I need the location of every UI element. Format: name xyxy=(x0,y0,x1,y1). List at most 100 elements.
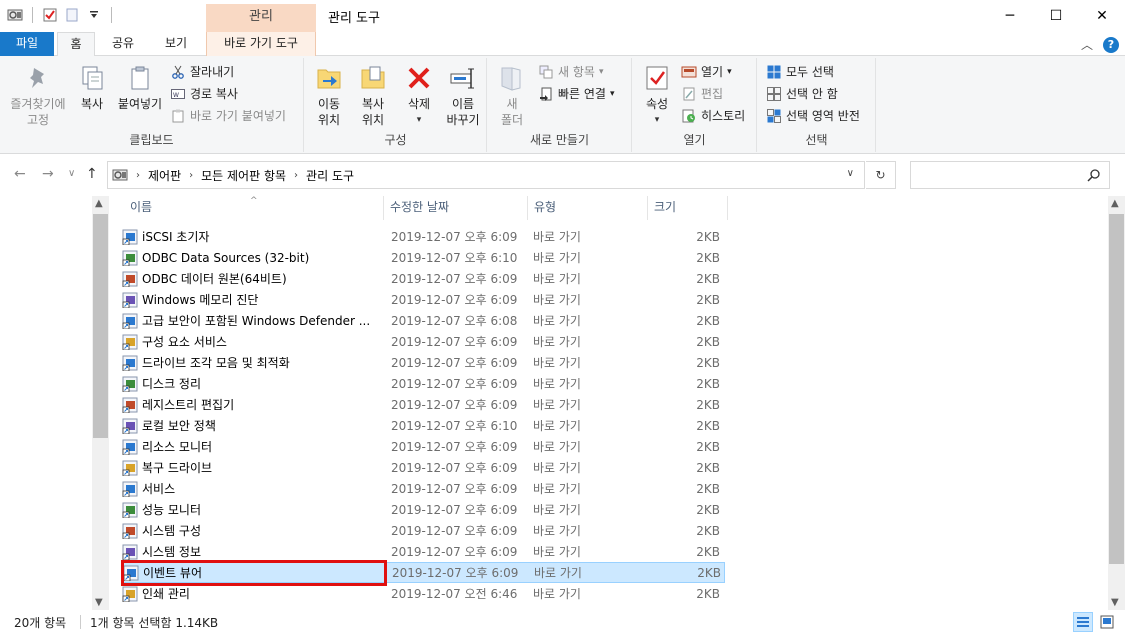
address-bar[interactable]: › 제어판 › 모든 제어판 항목 › 관리 도구 ∨ xyxy=(107,161,865,189)
tab-share[interactable]: 공유 xyxy=(103,32,143,56)
close-button[interactable]: ✕ xyxy=(1079,0,1125,32)
delete-dropdown-icon[interactable]: ▾ xyxy=(401,112,437,128)
shortcut-icon xyxy=(122,355,138,371)
cut-button[interactable]: 잘라내기 xyxy=(170,62,234,82)
file-row[interactable]: 인쇄 관리 2019-12-07 오전 6:46 바로 가기 2KB xyxy=(122,583,725,604)
maximize-button[interactable]: ☐ xyxy=(1033,0,1079,32)
scroll-up-icon[interactable]: ▲ xyxy=(95,198,103,209)
new-folder-button[interactable]: 새 폴더 xyxy=(494,62,530,128)
up-arrow-icon[interactable]: ↑ xyxy=(86,166,98,182)
file-row[interactable]: 로컬 보안 정책 2019-12-07 오후 6:10 바로 가기 2KB xyxy=(122,415,725,436)
file-row[interactable]: ODBC 데이터 원본(64비트) 2019-12-07 오후 6:09 바로 가기… xyxy=(122,268,725,289)
move-to-button[interactable]: 이동 위치 xyxy=(309,62,349,128)
search-input[interactable] xyxy=(910,161,1110,189)
file-row[interactable]: 고급 보안이 포함된 Windows Defender ... 2019-12-0… xyxy=(122,310,725,331)
details-view-icon xyxy=(1077,617,1089,627)
shortcut-icon xyxy=(122,271,138,287)
select-all-button[interactable]: 모두 선택 xyxy=(766,62,834,82)
collapse-ribbon-icon[interactable]: ︿ xyxy=(1081,36,1093,53)
open-button[interactable]: 열기 ▾ xyxy=(681,62,732,82)
file-row[interactable]: 드라이브 조각 모음 및 최적화 2019-12-07 오후 6:09 바로 가기 2… xyxy=(122,352,725,373)
large-icons-view-button[interactable] xyxy=(1097,612,1117,632)
file-list-scrollbar[interactable]: ▲ ▼ xyxy=(1108,196,1125,610)
new-folder-icon[interactable] xyxy=(63,6,81,24)
delete-button[interactable]: 삭제 ▾ xyxy=(401,62,437,128)
properties-dropdown-icon[interactable]: ▾ xyxy=(639,112,675,128)
navigation-bar: ← → ∨ ↑ › 제어판 › 모든 제어판 항목 › 관리 도구 ∨ ↻ xyxy=(0,156,1125,192)
help-icon[interactable]: ? xyxy=(1103,36,1119,53)
tab-home[interactable]: 홈 xyxy=(57,32,95,57)
invert-selection-icon xyxy=(766,108,782,124)
file-row[interactable]: ODBC Data Sources (32-bit) 2019-12-07 오후 … xyxy=(122,247,725,268)
scroll-down-icon[interactable]: ▼ xyxy=(1111,597,1119,608)
pin-to-quick-access-button[interactable]: 즐겨찾기에 고정 xyxy=(6,62,70,128)
file-row[interactable]: 구성 요소 서비스 2019-12-07 오후 6:09 바로 가기 2KB xyxy=(122,331,725,352)
scroll-up-icon[interactable]: ▲ xyxy=(1111,198,1119,209)
edit-button[interactable]: 편집 xyxy=(681,84,723,104)
file-name: ODBC 데이터 원본(64비트) xyxy=(142,272,287,286)
file-date: 2019-12-07 오후 6:08 xyxy=(391,314,518,328)
control-panel-icon[interactable] xyxy=(6,6,24,24)
paste-shortcut-button[interactable]: 바로 가기 붙여넣기 xyxy=(170,106,286,126)
file-row[interactable]: 리소스 모니터 2019-12-07 오후 6:09 바로 가기 2KB xyxy=(122,436,725,457)
history-button[interactable]: 히스토리 xyxy=(681,106,745,126)
properties-button[interactable]: 속성 ▾ xyxy=(639,62,675,128)
details-view-button[interactable] xyxy=(1073,612,1093,632)
file-date: 2019-12-07 오후 6:10 xyxy=(391,419,518,433)
file-row[interactable]: 시스템 정보 2019-12-07 오후 6:09 바로 가기 2KB xyxy=(122,541,725,562)
breadcrumb-all-items[interactable]: 모든 제어판 항목 xyxy=(201,167,286,184)
copy-to-button[interactable]: 복사 위치 xyxy=(353,62,393,128)
back-arrow-icon[interactable]: ← xyxy=(14,166,26,182)
column-name[interactable]: ^ 이름 xyxy=(110,196,384,220)
group-organize: 이동 위치 복사 위치 삭제 ▾ 이름 바꾸기 구성 xyxy=(305,58,487,152)
file-row[interactable]: iSCSI 초기자 2019-12-07 오후 6:09 바로 가기 2KB xyxy=(122,226,725,247)
tab-shortcut-tools[interactable]: 바로 가기 도구 xyxy=(206,32,316,56)
address-dropdown-icon[interactable]: ∨ xyxy=(847,168,854,179)
move-to-label: 이동 위치 xyxy=(317,97,341,127)
breadcrumb-separator[interactable]: › xyxy=(294,170,298,181)
shortcut-icon xyxy=(122,544,138,560)
breadcrumb-separator[interactable]: › xyxy=(189,170,193,181)
shortcut-icon xyxy=(122,250,138,266)
file-type: 바로 가기 xyxy=(533,545,581,559)
shortcut-icon xyxy=(122,523,138,539)
easy-access-button[interactable]: 빠른 연결 ▾ xyxy=(538,84,615,104)
file-row[interactable]: 성능 모니터 2019-12-07 오후 6:09 바로 가기 2KB xyxy=(122,499,725,520)
file-name: 디스크 정리 xyxy=(142,377,202,391)
file-name-cell: 인쇄 관리 xyxy=(122,585,384,602)
group-select: 모두 선택 선택 안 함 선택 영역 반전 선택 xyxy=(758,58,876,152)
breadcrumb-admin-tools[interactable]: 관리 도구 xyxy=(306,167,354,184)
invert-selection-button[interactable]: 선택 영역 반전 xyxy=(766,106,860,126)
recent-locations-chevron-icon[interactable]: ∨ xyxy=(68,168,75,179)
copy-button[interactable]: 복사 xyxy=(74,62,110,112)
file-row[interactable]: 디스크 정리 2019-12-07 오후 6:09 바로 가기 2KB xyxy=(122,373,725,394)
scroll-down-icon[interactable]: ▼ xyxy=(95,597,103,608)
nav-pane-scrollbar[interactable]: ▲ ▼ xyxy=(92,196,109,610)
refresh-button[interactable]: ↻ xyxy=(866,161,896,189)
breadcrumb-control-panel[interactable]: 제어판 xyxy=(148,167,181,184)
customize-qat-icon[interactable] xyxy=(85,6,103,24)
column-date[interactable]: 수정한 날짜 xyxy=(384,196,528,220)
shortcut-icon xyxy=(122,418,138,434)
select-none-button[interactable]: 선택 안 함 xyxy=(766,84,838,104)
scroll-thumb[interactable] xyxy=(1109,214,1124,564)
copy-path-button[interactable]: W 경로 복사 xyxy=(170,84,238,104)
file-row[interactable]: 복구 드라이브 2019-12-07 오후 6:09 바로 가기 2KB xyxy=(122,457,725,478)
file-row[interactable]: Windows 메모리 진단 2019-12-07 오후 6:09 바로 가기 2KB xyxy=(122,289,725,310)
file-row[interactable]: 레지스트리 편집기 2019-12-07 오후 6:09 바로 가기 2KB xyxy=(122,394,725,415)
column-size[interactable]: 크기 xyxy=(648,196,728,220)
file-row[interactable]: 시스템 구성 2019-12-07 오후 6:09 바로 가기 2KB xyxy=(122,520,725,541)
tab-file[interactable]: 파일 xyxy=(0,32,54,56)
minimize-button[interactable]: ─ xyxy=(987,0,1033,32)
tab-view[interactable]: 보기 xyxy=(156,32,196,56)
column-type[interactable]: 유형 xyxy=(528,196,648,220)
new-item-button[interactable]: 새 항목 ▾ xyxy=(538,62,603,82)
breadcrumb-separator[interactable]: › xyxy=(136,170,140,181)
forward-arrow-icon[interactable]: → xyxy=(42,166,54,182)
scroll-thumb[interactable] xyxy=(93,214,108,438)
rename-button[interactable]: 이름 바꾸기 xyxy=(443,62,483,128)
properties-icon[interactable] xyxy=(41,6,59,24)
paste-button[interactable]: 붙여넣기 xyxy=(114,62,166,112)
ribbon-controls: ︿ ? xyxy=(1081,36,1119,53)
file-row[interactable]: 서비스 2019-12-07 오후 6:09 바로 가기 2KB xyxy=(122,478,725,499)
